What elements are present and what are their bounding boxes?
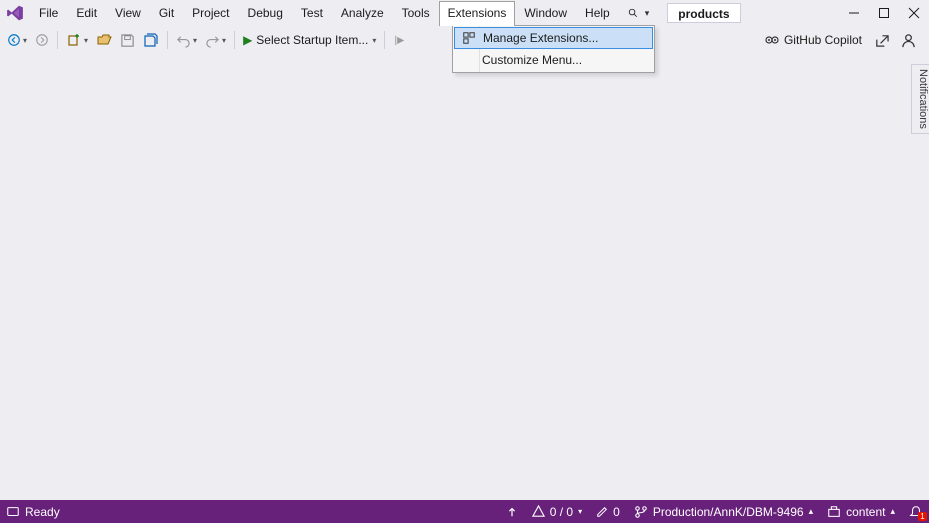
open-file-button[interactable] (93, 29, 115, 51)
nav-forward-button[interactable] (32, 29, 52, 51)
dropdown-item-0[interactable]: Manage Extensions... (454, 27, 653, 49)
menu-analyze[interactable]: Analyze (332, 1, 393, 25)
new-item-button[interactable]: ▾ (63, 29, 91, 51)
menu-debug[interactable]: Debug (239, 1, 292, 25)
vs-logo-icon (0, 0, 30, 26)
menu-window[interactable]: Window (515, 1, 576, 25)
menu-view[interactable]: View (106, 1, 150, 25)
save-all-button[interactable] (140, 29, 162, 51)
undo-button[interactable]: ▾ (173, 29, 200, 51)
solution-name[interactable]: products (667, 3, 740, 23)
status-edits[interactable]: 0 (596, 505, 620, 519)
bell-badge: 1 (918, 512, 927, 521)
branch-name: Production/AnnK/DBM-9496 (653, 505, 804, 519)
save-button[interactable] (117, 29, 138, 51)
copilot-button[interactable]: GitHub Copilot (761, 29, 865, 51)
titlebar: FileEditViewGitProjectDebugTestAnalyzeTo… (0, 0, 929, 26)
menu-test[interactable]: Test (292, 1, 332, 25)
menu-file[interactable]: File (30, 1, 67, 25)
status-ready: Ready (6, 500, 60, 523)
window-controls (839, 0, 929, 26)
extension-icon (455, 31, 483, 45)
startup-item-label: Select Startup Item... (256, 33, 368, 47)
status-branch[interactable]: Production/AnnK/DBM-9496 ▴ (634, 505, 813, 519)
repo-name: content (846, 505, 885, 519)
status-repo[interactable]: content ▴ (827, 505, 895, 519)
menu-project[interactable]: Project (183, 1, 238, 25)
copilot-label: GitHub Copilot (784, 33, 862, 47)
start-debug-button[interactable]: ▶ Select Startup Item... ▾ (240, 29, 379, 51)
maximize-button[interactable] (869, 0, 899, 26)
menu-help[interactable]: Help (576, 1, 619, 25)
menu-edit[interactable]: Edit (67, 1, 106, 25)
nav-back-button[interactable]: ▾ (4, 29, 30, 51)
main-menu: FileEditViewGitProjectDebugTestAnalyzeTo… (30, 0, 619, 26)
menu-git[interactable]: Git (150, 1, 183, 25)
menu-extensions[interactable]: Extensions (439, 1, 516, 26)
status-upload[interactable] (506, 506, 518, 518)
dropdown-item-label: Manage Extensions... (483, 31, 652, 45)
search-dropdown-icon[interactable]: ▾ (645, 8, 650, 19)
notifications-tab[interactable]: Notifications (911, 64, 929, 134)
statusbar: Ready 0 / 0 ▾ 0 Production/AnnK/DBM-9496… (0, 500, 929, 523)
dropdown-item-label: Customize Menu... (482, 53, 653, 67)
minimize-button[interactable] (839, 0, 869, 26)
extensions-dropdown: Manage Extensions... Customize Menu... (452, 25, 655, 73)
dropdown-item-1[interactable]: Customize Menu... (454, 49, 653, 71)
status-notifications[interactable]: 1 (909, 505, 923, 519)
error-count: 0 / 0 (550, 505, 573, 519)
step-button[interactable] (390, 29, 409, 51)
repo-icon (827, 505, 841, 519)
close-button[interactable] (899, 0, 929, 26)
status-ready-label: Ready (25, 505, 60, 519)
status-errors[interactable]: 0 / 0 ▾ (532, 505, 582, 519)
menu-tools[interactable]: Tools (393, 1, 439, 25)
edit-count: 0 (613, 505, 620, 519)
pencil-icon (596, 506, 608, 518)
output-icon (6, 505, 20, 519)
branch-icon (634, 505, 648, 519)
user-icon[interactable] (898, 29, 919, 51)
upload-icon (506, 506, 518, 518)
share-icon[interactable] (871, 29, 892, 51)
search-icon[interactable] (625, 2, 641, 24)
redo-button[interactable]: ▾ (202, 29, 229, 51)
editor-area: Notifications (0, 54, 929, 500)
error-icon (532, 505, 545, 518)
